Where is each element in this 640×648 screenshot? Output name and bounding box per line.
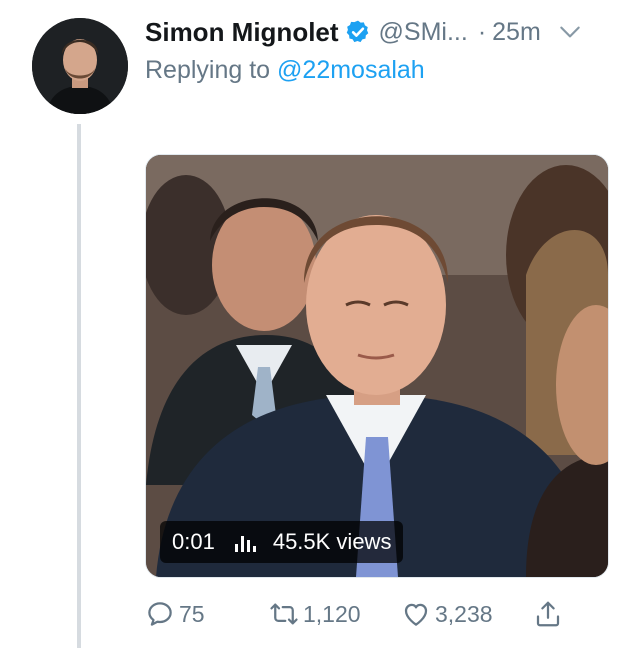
reply-icon <box>148 602 172 626</box>
share-button[interactable] <box>533 594 567 634</box>
tweet-actions-bar: 75 1,120 3,238 <box>145 594 620 634</box>
verified-badge-icon <box>346 20 368 43</box>
thread-connector-line <box>77 124 81 648</box>
retweet-icon <box>270 603 298 625</box>
reply-count: 75 <box>179 600 205 627</box>
replying-mention-link[interactable]: @22mosalah <box>277 56 425 84</box>
retweet-count: 1,120 <box>303 600 361 627</box>
video-frame-image <box>146 155 608 577</box>
video-view-count: 45.5K views <box>272 529 392 554</box>
stats-bars-icon <box>234 536 256 552</box>
like-count: 3,238 <box>435 600 493 627</box>
reply-button[interactable]: 75 <box>145 594 205 634</box>
tweet-header: Simon Mignolet @SMi... · 25m <box>145 14 628 50</box>
tweet-timestamp[interactable]: 25m <box>492 18 541 47</box>
heart-icon <box>404 603 428 626</box>
like-button[interactable]: 3,238 <box>401 594 493 634</box>
header-separator: · <box>477 17 487 46</box>
avatar[interactable] <box>32 18 128 114</box>
retweet-button[interactable]: 1,120 <box>269 594 361 634</box>
video-duration: 0:01 <box>172 529 215 554</box>
avatar-image <box>32 18 128 114</box>
chevron-down-icon[interactable] <box>557 19 583 45</box>
replying-prefix: Replying to <box>145 56 271 84</box>
author-handle[interactable]: @SMi... <box>379 18 468 47</box>
tweet-video[interactable]: 0:01 45.5K views <box>145 154 609 578</box>
replying-to-line: Replying to @22mosalah <box>145 56 425 90</box>
author-name[interactable]: Simon Mignolet <box>145 17 339 48</box>
share-icon <box>536 601 560 627</box>
video-stats-overlay: 0:01 45.5K views <box>160 521 404 563</box>
